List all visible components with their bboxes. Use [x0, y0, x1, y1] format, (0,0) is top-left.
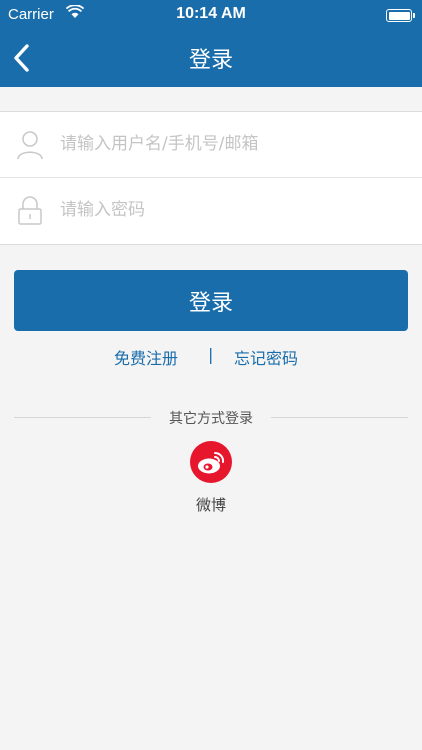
login-button[interactable]: 登录	[14, 270, 408, 331]
weibo-login-button[interactable]	[190, 441, 232, 483]
login-form	[0, 111, 422, 245]
status-bar: Carrier 10:14 AM	[0, 0, 422, 30]
password-input[interactable]	[60, 192, 400, 228]
register-link[interactable]: 免费注册	[114, 345, 178, 369]
password-field-row	[0, 178, 422, 243]
page-title: 登录	[188, 48, 233, 73]
other-login-header: 其它方式登录	[14, 407, 408, 427]
nav-bar: 登录	[0, 30, 422, 87]
username-field-row	[0, 112, 422, 177]
account-links: 免费注册 | 忘记密码	[0, 345, 422, 369]
forgot-password-link[interactable]: 忘记密码	[234, 345, 298, 369]
divider-line-right	[271, 417, 408, 418]
clock: 10:14 AM	[176, 5, 246, 22]
username-input[interactable]	[60, 126, 400, 162]
weibo-icon	[198, 451, 225, 474]
weibo-label: 微博	[195, 496, 226, 514]
battery-icon	[386, 9, 415, 22]
lock-icon	[17, 196, 43, 226]
other-login-title: 其它方式登录	[169, 411, 253, 427]
link-separator: |	[208, 345, 214, 364]
user-icon	[17, 130, 43, 160]
